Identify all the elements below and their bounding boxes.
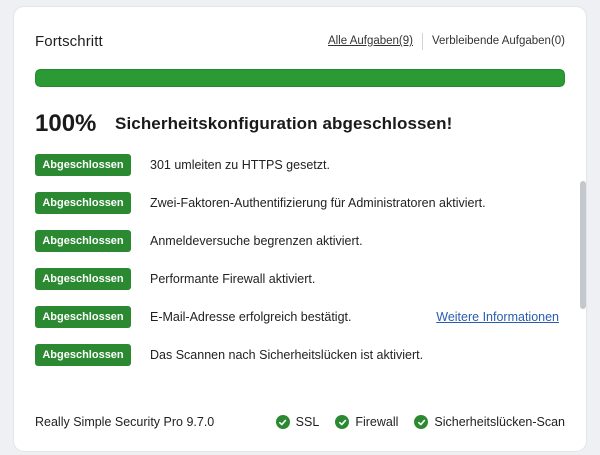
task-text: E-Mail-Adresse erfolgreich bestätigt. (150, 310, 352, 324)
task-item: Abgeschlossen Das Scannen nach Sicherhei… (35, 344, 565, 366)
task-text: Anmeldeversuche begrenzen aktiviert. (150, 234, 363, 248)
filter-remaining-tasks[interactable]: Verbleibende Aufgaben(0) (432, 35, 565, 47)
status-firewall: Firewall (335, 415, 398, 429)
progress-summary: 100% Sicherheitskonfiguration abgeschlos… (35, 109, 452, 139)
progress-bar-fill (35, 69, 565, 87)
status-badge: Abgeschlossen (35, 154, 131, 176)
status-label: Sicherheitslücken-Scan (434, 415, 565, 429)
task-list-scrollbar[interactable] (580, 157, 586, 377)
status-badge: Abgeschlossen (35, 230, 131, 252)
progress-card: Fortschritt Alle Aufgaben(9) Verbleibend… (14, 7, 586, 451)
task-item: Abgeschlossen Zwei-Faktoren-Authentifizi… (35, 192, 565, 214)
status-label: Firewall (355, 415, 399, 429)
task-text: Performante Firewall aktiviert. (150, 272, 316, 286)
status-vulnerability-scan: Sicherheitslücken-Scan (414, 415, 565, 429)
filter-all-tasks[interactable]: Alle Aufgaben(9) (328, 35, 413, 47)
progress-summary-text: Sicherheitskonfiguration abgeschlossen! (115, 114, 453, 133)
status-badge: Abgeschlossen (35, 192, 131, 214)
filter-divider (422, 32, 423, 50)
task-item: Abgeschlossen Anmeldeversuche begrenzen … (35, 230, 565, 252)
check-circle-icon (335, 415, 350, 429)
task-text: Zwei-Faktoren-Authentifizierung für Admi… (150, 196, 486, 210)
check-circle-icon (414, 415, 429, 429)
card-footer: Really Simple Security Pro 9.7.0 SSL Fir… (35, 412, 565, 432)
feature-status-list: SSL Firewall Sicherheitslücken-Scan (260, 415, 565, 429)
scrollbar-thumb[interactable] (580, 181, 586, 309)
task-item: Abgeschlossen Performante Firewall aktiv… (35, 268, 565, 290)
more-info-link[interactable]: Weitere Informationen (436, 310, 559, 324)
task-text: Das Scannen nach Sicherheitslücken ist a… (150, 348, 424, 362)
task-list[interactable]: Abgeschlossen 301 umleiten zu HTTPS gese… (35, 153, 565, 379)
status-label: SSL (295, 415, 320, 429)
progress-bar (35, 69, 565, 87)
plugin-version: Really Simple Security Pro 9.7.0 (35, 415, 215, 429)
status-ssl: SSL (275, 415, 320, 429)
task-item: Abgeschlossen 301 umleiten zu HTTPS gese… (35, 154, 565, 176)
check-circle-icon (275, 415, 290, 429)
task-text: 301 umleiten zu HTTPS gesetzt. (150, 158, 330, 172)
task-item: Abgeschlossen E-Mail-Adresse erfolgreich… (35, 306, 565, 328)
status-badge: Abgeschlossen (35, 268, 131, 290)
card-title: Fortschritt (35, 32, 103, 50)
status-badge: Abgeschlossen (35, 344, 131, 366)
card-header: Fortschritt Alle Aufgaben(9) Verbleibend… (35, 30, 565, 52)
task-filters: Alle Aufgaben(9) Verbleibende Aufgaben(0… (328, 32, 565, 50)
status-badge: Abgeschlossen (35, 306, 131, 328)
progress-percent: 100% (35, 110, 97, 137)
